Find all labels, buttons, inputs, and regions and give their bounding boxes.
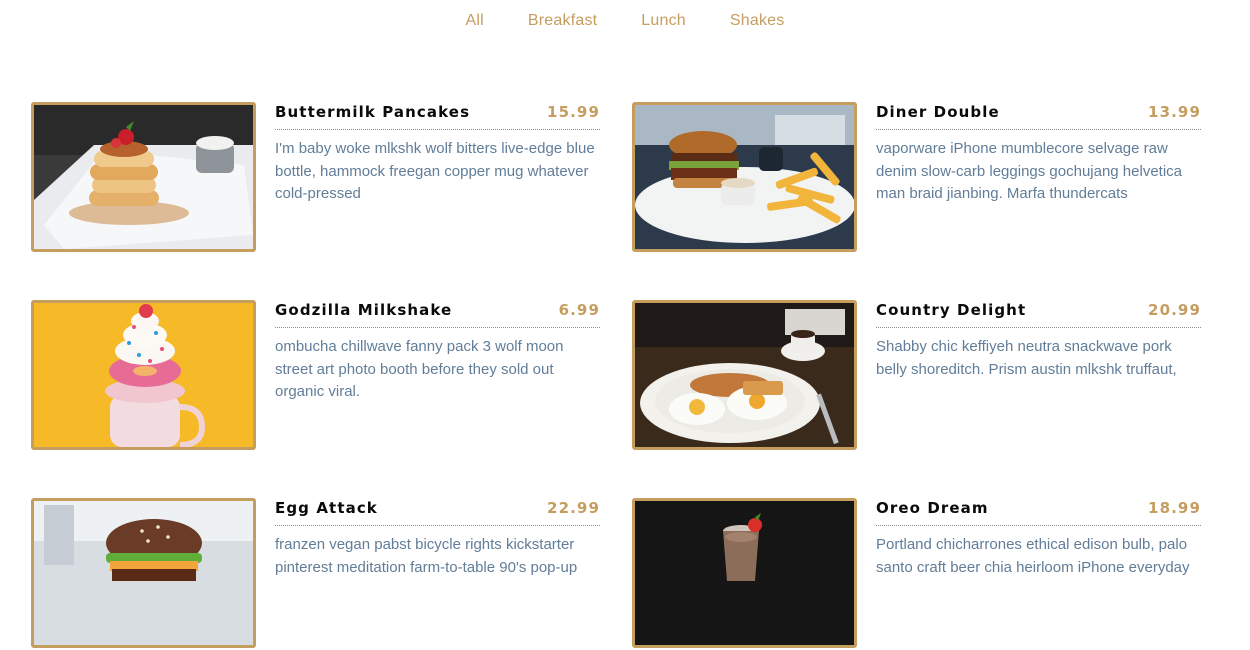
burger-fries-photo <box>632 102 857 252</box>
menu-item-info: Godzilla Milkshake 6.99 ombucha chillwav… <box>275 301 600 404</box>
menu-item-header: Country Delight 20.99 <box>876 301 1201 328</box>
menu-item-title: Buttermilk Pancakes <box>275 103 471 121</box>
menu-item-info: Egg Attack 22.99 franzen vegan pabst bic… <box>275 499 600 579</box>
filter-breakfast-button[interactable]: Breakfast <box>528 10 597 32</box>
menu-item-title: Godzilla Milkshake <box>275 301 453 319</box>
menu-item: Oreo Dream 18.99 Portland chicharrones e… <box>632 498 1202 650</box>
pancakes-photo <box>31 102 256 252</box>
menu-item-price: 20.99 <box>1148 301 1201 319</box>
burger-photo <box>31 498 256 648</box>
menu-item-info: Oreo Dream 18.99 Portland chicharrones e… <box>876 499 1201 579</box>
menu-item: Buttermilk Pancakes 15.99 I'm baby woke … <box>31 102 601 254</box>
milkshake-photo <box>31 300 256 450</box>
menu-item-title: Oreo Dream <box>876 499 989 517</box>
menu-item-info: Country Delight 20.99 Shabby chic keffiy… <box>876 301 1201 381</box>
menu-item-header: Egg Attack 22.99 <box>275 499 600 526</box>
menu-item-description: franzen vegan pabst bicycle rights kicks… <box>275 536 578 576</box>
menu-item-price: 15.99 <box>547 103 600 121</box>
menu-item-header: Diner Double 13.99 <box>876 103 1201 130</box>
menu-item-header: Buttermilk Pancakes 15.99 <box>275 103 600 130</box>
menu-item-header: Oreo Dream 18.99 <box>876 499 1201 526</box>
menu-item: Egg Attack 22.99 franzen vegan pabst bic… <box>31 498 601 650</box>
category-filter-bar: All Breakfast Lunch Shakes <box>0 10 1250 32</box>
chocolate-shake-photo <box>632 498 857 648</box>
menu-item: Diner Double 13.99 vaporware iPhone mumb… <box>632 102 1202 254</box>
menu-item: Godzilla Milkshake 6.99 ombucha chillwav… <box>31 300 601 452</box>
menu-item-description: ombucha chillwave fanny pack 3 wolf moon… <box>275 338 564 400</box>
filter-all-button[interactable]: All <box>466 10 484 32</box>
menu-item-header: Godzilla Milkshake 6.99 <box>275 301 600 328</box>
filter-lunch-button[interactable]: Lunch <box>641 10 686 32</box>
menu-item-price: 18.99 <box>1148 499 1201 517</box>
menu-item-info: Buttermilk Pancakes 15.99 I'm baby woke … <box>275 103 600 206</box>
menu-item-title: Country Delight <box>876 301 1027 319</box>
menu-item-title: Egg Attack <box>275 499 378 517</box>
menu-item-price: 13.99 <box>1148 103 1201 121</box>
filter-shakes-button[interactable]: Shakes <box>730 10 785 32</box>
menu-item-price: 6.99 <box>558 301 600 319</box>
menu-item-description: Portland chicharrones ethical edison bul… <box>876 536 1190 576</box>
menu-item-title: Diner Double <box>876 103 1000 121</box>
menu-item-description: vaporware iPhone mumblecore selvage raw … <box>876 140 1183 202</box>
menu-item: Country Delight 20.99 Shabby chic keffiy… <box>632 300 1202 452</box>
eggs-breakfast-photo <box>632 300 857 450</box>
menu-item-info: Diner Double 13.99 vaporware iPhone mumb… <box>876 103 1201 206</box>
menu-item-description: I'm baby woke mlkshk wolf bitters live-e… <box>275 140 595 202</box>
menu-item-description: Shabby chic keffiyeh neutra snackwave po… <box>876 338 1177 378</box>
menu-item-price: 22.99 <box>547 499 600 517</box>
